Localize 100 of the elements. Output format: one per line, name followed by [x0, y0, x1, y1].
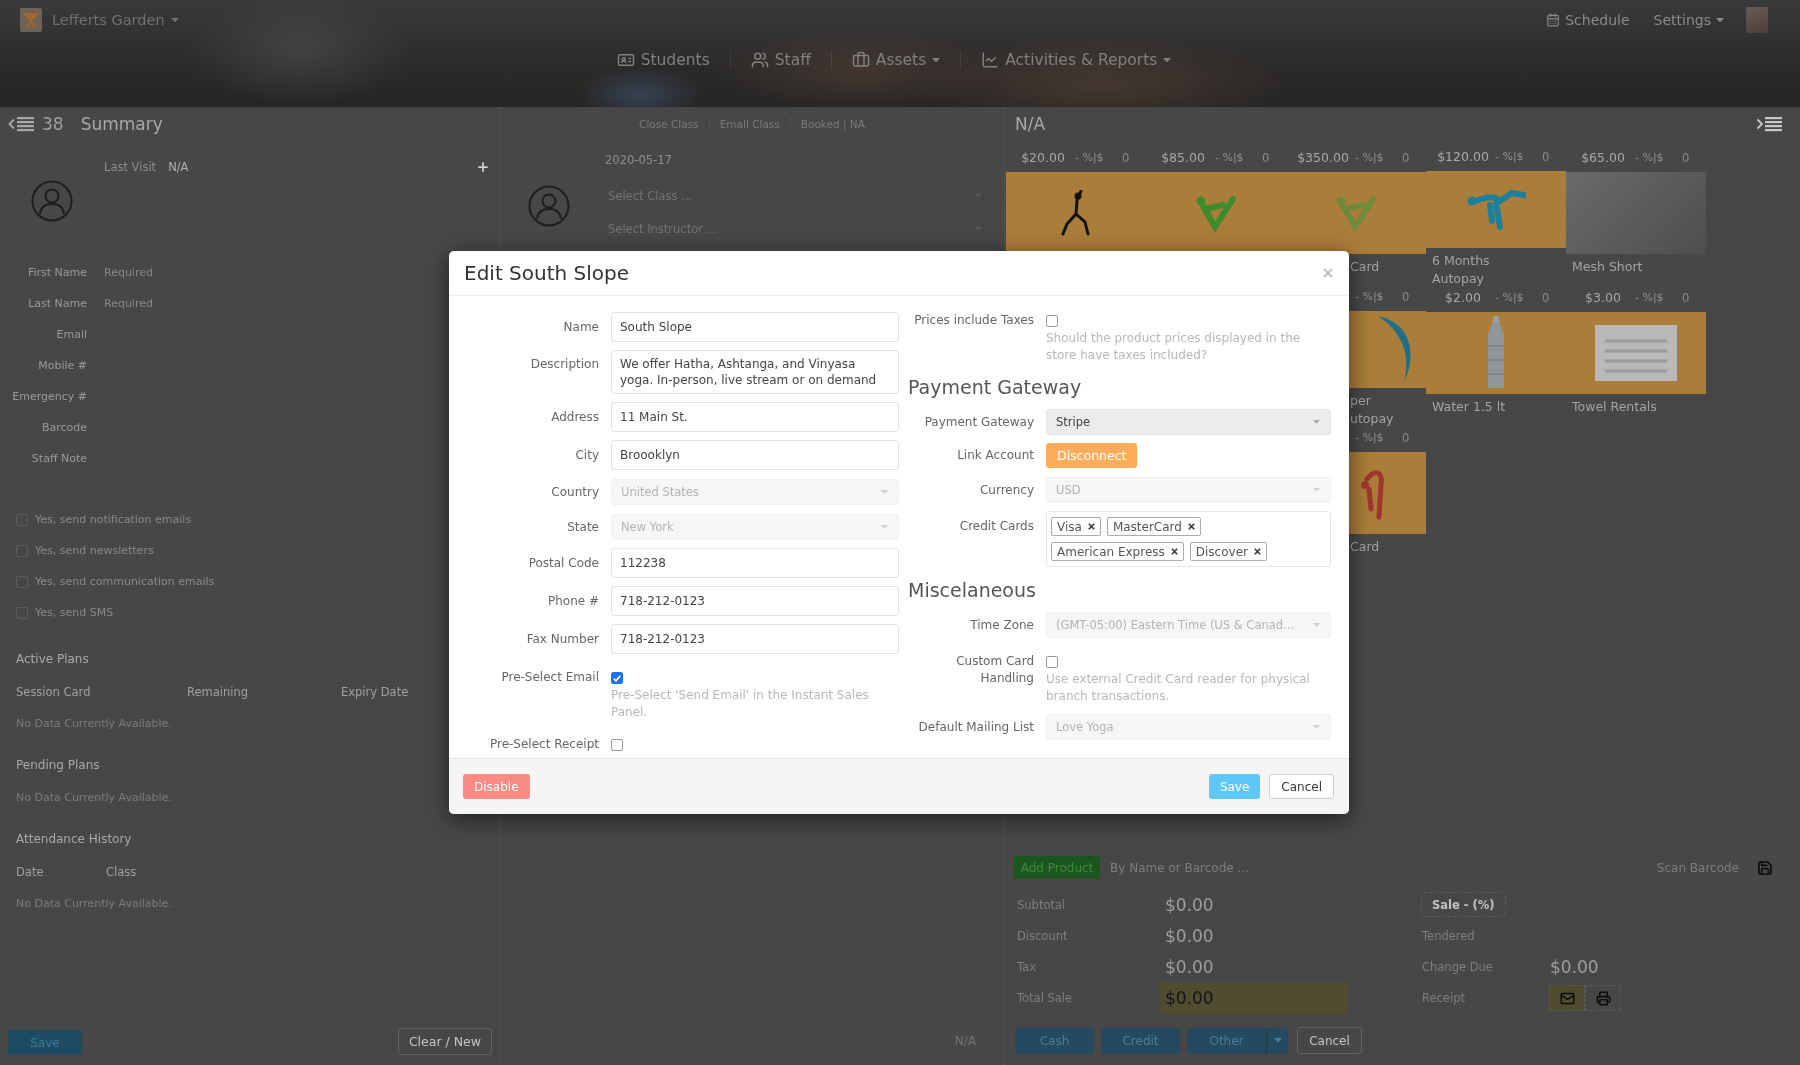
quantity-count: 0 — [1402, 430, 1411, 445]
discount-toggle[interactable]: - %|$ — [1635, 151, 1682, 164]
column-header: Date — [16, 865, 45, 879]
plus-icon[interactable] — [476, 160, 490, 174]
dropdown[interactable]: Stripe — [1046, 409, 1331, 435]
checkbox[interactable] — [611, 739, 623, 751]
yoga-pose-icon — [1061, 190, 1091, 236]
text-field[interactable]: 718-212-0123 — [611, 624, 899, 654]
nav-item[interactable]: Staff — [729, 51, 831, 69]
profile-photo-placeholder[interactable] — [1746, 7, 1768, 33]
option-label: Yes, send notification emails — [35, 513, 192, 526]
discount-toggle[interactable]: - %|$ — [1355, 431, 1402, 444]
disconnect-button[interactable]: Disconnect — [1046, 443, 1138, 468]
chevron-list-icon[interactable] — [8, 116, 34, 132]
text-field[interactable]: 112238 — [611, 548, 899, 578]
nav-item[interactable]: Assets — [830, 51, 961, 69]
text-field[interactable]: Broooklyn — [611, 440, 899, 470]
photo-placeholder[interactable] — [1566, 172, 1706, 254]
receipt-option-button[interactable] — [1585, 985, 1621, 1011]
menu-toggle-button[interactable] — [1266, 1027, 1288, 1054]
quantity-count: 0 — [1682, 290, 1691, 305]
checkbox[interactable] — [611, 672, 623, 684]
sale-type-button[interactable]: Sale - (%) — [1421, 892, 1506, 917]
printer-icon — [1595, 990, 1611, 1006]
total-amount: $0.00 — [1164, 955, 1215, 979]
product-image[interactable] — [1006, 172, 1146, 254]
product-price: $2.00 — [1444, 290, 1482, 305]
calendar-icon — [1546, 13, 1561, 27]
discount-toggle[interactable]: - %|$ — [1495, 291, 1542, 304]
settings-menu[interactable]: Settings — [1653, 12, 1724, 28]
text-field[interactable]: Required — [104, 262, 324, 283]
bottle-icon — [1486, 316, 1506, 390]
caret-icon — [1716, 17, 1724, 23]
receipt-option-button[interactable] — [1549, 985, 1585, 1011]
field-label: Barcode — [40, 421, 87, 434]
discount-toggle[interactable]: - %|$ — [1075, 151, 1122, 164]
field-label: Custom Card Handling — [955, 653, 1034, 687]
payment-button[interactable]: Other — [1187, 1027, 1266, 1054]
field-label: Phone # — [546, 593, 599, 610]
disable-button[interactable]: Disable — [463, 774, 530, 799]
checkbox[interactable] — [1046, 315, 1058, 327]
product-name: Water 1.5 lt — [1432, 398, 1506, 416]
remove-icon[interactable] — [1253, 548, 1261, 555]
remove-icon[interactable] — [1187, 523, 1195, 530]
logo-icon[interactable] — [20, 8, 42, 32]
panel-title: Summary — [80, 114, 163, 134]
text-area[interactable]: We offer Hatha, Ashtanga, and Vinyasa yoga. In-person, live stream or on demand — [611, 350, 899, 394]
payment-button[interactable]: Credit — [1101, 1027, 1180, 1054]
location-menu[interactable]: Lefferts Garden — [52, 12, 179, 28]
discount-toggle[interactable]: - %|$ — [1495, 150, 1542, 164]
text-field[interactable]: 718-212-0123 — [611, 586, 899, 616]
discount-toggle[interactable]: - %|$ — [1215, 151, 1262, 164]
cancel-button[interactable]: Cancel — [1269, 774, 1334, 799]
checkbox[interactable] — [1046, 656, 1058, 668]
quantity-count: 0 — [1122, 150, 1131, 165]
id-card-icon — [616, 51, 635, 69]
help-text: Pre-Select 'Send Email' in the Instant Sales Panel. — [611, 687, 870, 721]
caret-icon — [881, 525, 888, 529]
product-price: $20.00 — [1020, 150, 1066, 165]
field-label: Email — [55, 328, 87, 341]
section-title: Pending Plans — [15, 757, 101, 774]
caret-icon — [1313, 725, 1320, 729]
save-button[interactable]: Save — [1208, 774, 1261, 799]
field-label: Pre-Select Receipt — [488, 736, 599, 753]
schedule-link[interactable]: Schedule — [1546, 12, 1630, 28]
section-title: Active Plans — [15, 651, 90, 668]
panel-title: N/A — [1015, 114, 1046, 134]
discount-toggle[interactable]: - %|$ — [1635, 291, 1682, 304]
remove-icon[interactable] — [1087, 523, 1095, 530]
close-icon[interactable] — [1323, 268, 1333, 278]
text-field[interactable]: 11 Main St. — [611, 402, 899, 432]
option-label: Yes, send newsletters — [35, 544, 154, 557]
product-price: $85.00 — [1160, 150, 1206, 165]
chevron-list-icon[interactable] — [1756, 116, 1782, 132]
user-avatar-icon — [528, 185, 570, 227]
product-name: Card — [1350, 538, 1380, 556]
column-header: Class — [106, 865, 138, 879]
quantity-count: 0 — [1402, 289, 1411, 304]
field-label: Address — [550, 409, 599, 426]
remove-icon[interactable] — [1170, 548, 1178, 555]
nav-item[interactable]: Activities & Reports — [960, 51, 1192, 69]
text-field[interactable]: South Slope — [611, 312, 899, 342]
field-label: Link Account — [956, 447, 1034, 464]
field-label: Postal Code — [527, 555, 599, 572]
product-name: Card — [1350, 258, 1380, 276]
clear-button[interactable]: Clear / New — [397, 1028, 492, 1055]
member-count: 38 — [42, 114, 64, 134]
quantity-count: 0 — [1542, 149, 1551, 164]
product-price: $3.00 — [1584, 290, 1622, 305]
nav-item[interactable]: Students — [596, 51, 730, 69]
cancel-button[interactable]: Cancel — [1297, 1027, 1362, 1054]
tags-field[interactable]: Visa MasterCard American Express Discover — [1046, 511, 1331, 567]
column-header: Expiry Date — [341, 685, 410, 699]
save-button[interactable]: Save — [8, 1030, 82, 1055]
section-heading: Payment Gateway — [908, 375, 1083, 400]
discount-toggle[interactable]: - %|$ — [1355, 290, 1402, 304]
text-field[interactable]: Required — [104, 293, 324, 314]
payment-button[interactable]: Cash — [1015, 1027, 1094, 1054]
discount-toggle[interactable]: - %|$ — [1355, 151, 1402, 164]
users-icon — [750, 51, 769, 69]
